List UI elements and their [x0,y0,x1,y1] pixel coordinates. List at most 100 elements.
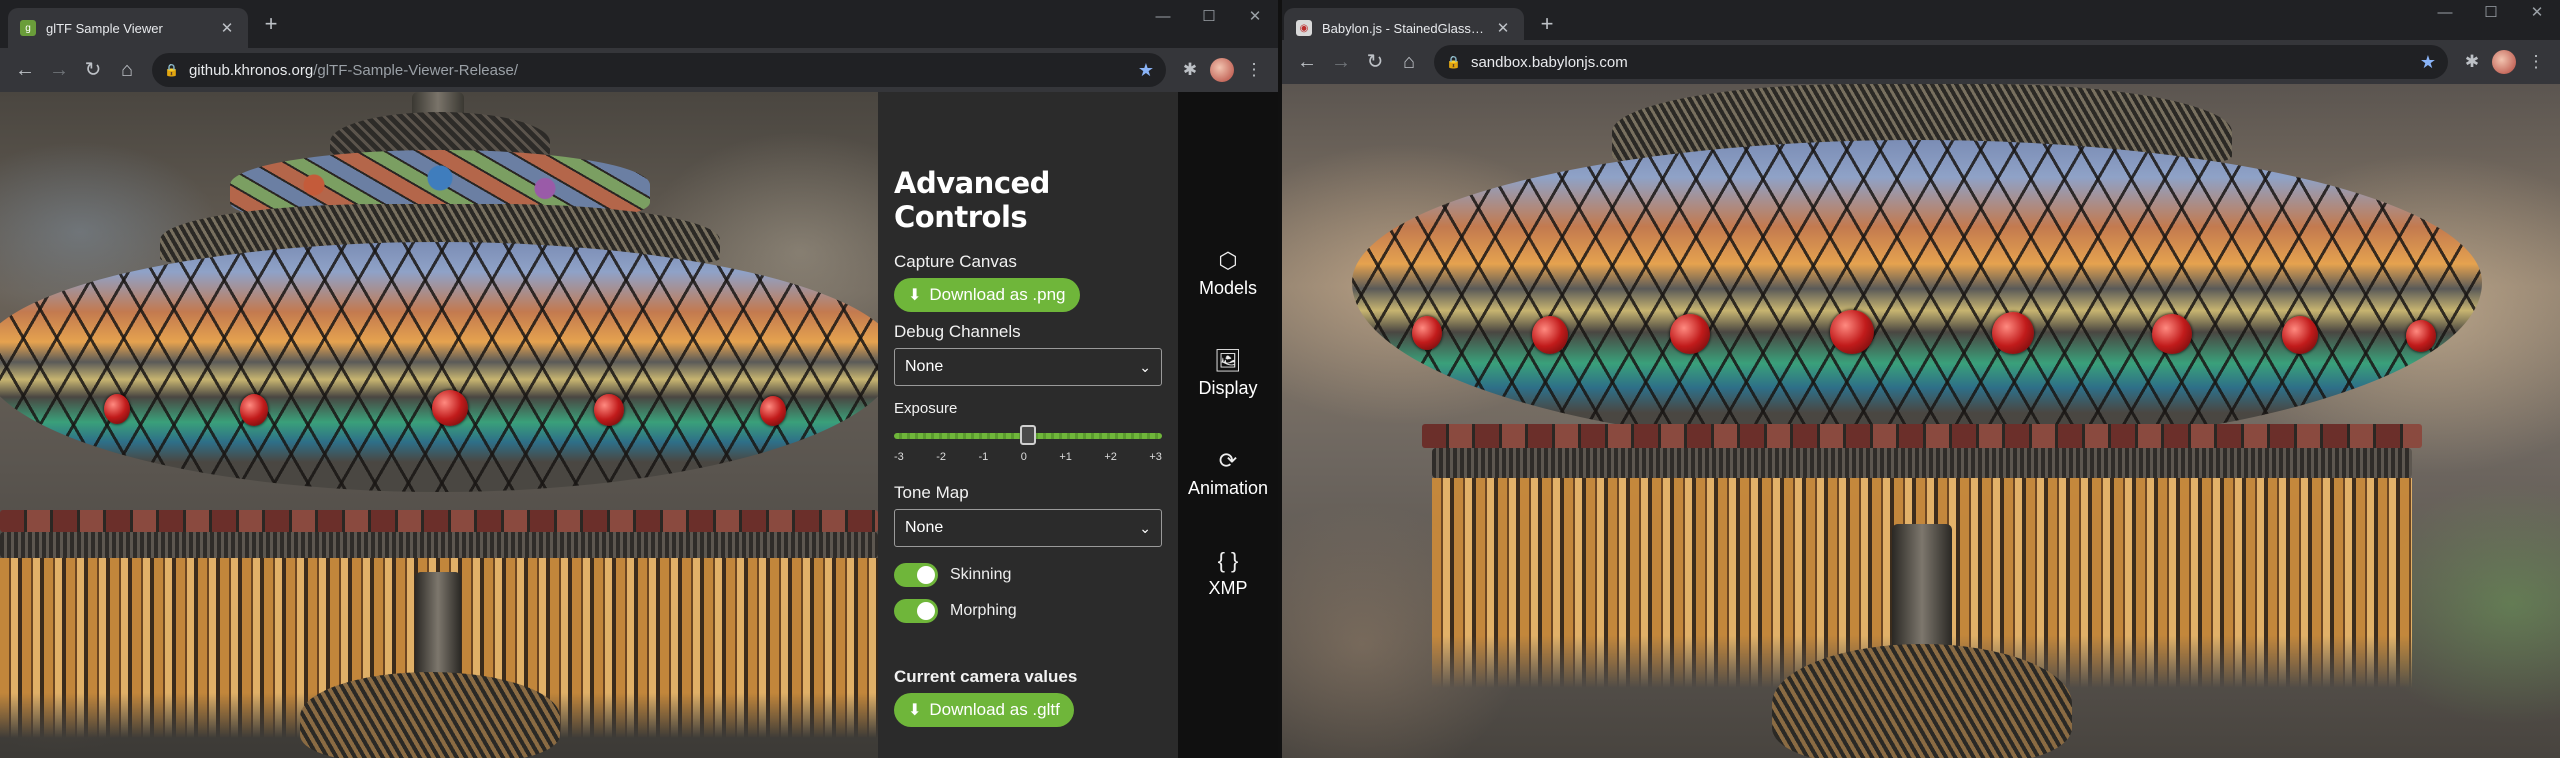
sidebar-item-label: Models [1198,278,1258,298]
lamp-render-scene [0,92,878,758]
close-tab-icon[interactable]: ✕ [218,19,236,37]
cube-icon: ⬡ [1218,248,1238,273]
download-icon: ⬇ [908,287,922,304]
back-icon[interactable]: ← [8,53,42,87]
skinning-label: Skinning [950,566,1012,583]
tab-title: Babylon.js - StainedGlassLamp-Ji [1322,20,1488,36]
bookmark-star-icon[interactable]: ★ [2420,52,2436,73]
window-controls: — ☐ ✕ [1140,4,1278,30]
download-gltf-button[interactable]: ⬇ Download as .gltf [894,693,1074,727]
tab-title: glTF Sample Viewer [46,20,163,36]
profile-avatar[interactable] [1210,58,1234,82]
close-window-icon[interactable]: ✕ [2514,0,2560,26]
sidebar-item-label: XMP [1208,578,1248,598]
exposure-tick-1: -2 [936,451,947,463]
download-png-button[interactable]: ⬇ Download as .png [894,278,1080,312]
close-tab-icon[interactable]: ✕ [1494,19,1512,37]
morphing-label: Morphing [950,602,1017,619]
braces-icon: { } [1217,548,1239,573]
exposure-slider[interactable] [894,425,1162,445]
left-browser-window: g glTF Sample Viewer ✕ + — ☐ ✕ ← → ↻ ⌂ 🔒… [0,0,1278,758]
reload-icon[interactable]: ↻ [1358,45,1392,79]
minimize-icon[interactable]: — [1140,4,1186,30]
home-icon[interactable]: ⌂ [1392,45,1426,79]
lamp-render-scene [1282,84,2560,758]
download-gltf-label: Download as .gltf [929,700,1060,719]
tone-map-value: None [905,519,944,536]
sidebar-item-animation[interactable]: ⟳ Animation [1178,448,1278,499]
stained-glass-lamp-render [1282,84,2560,758]
reload-icon[interactable]: ↻ [76,53,110,87]
extensions-icon[interactable]: ✱ [2456,45,2488,79]
new-tab-button[interactable]: + [258,12,284,38]
url-text: sandbox.babylonjs.com [1470,53,1628,71]
extensions-icon[interactable]: ✱ [1174,53,1206,87]
exposure-tick-4: +1 [1059,451,1072,463]
babylon-favicon-icon: ◉ [1296,20,1312,36]
gltf-render-viewport[interactable] [0,92,878,758]
chevron-down-icon: ⌄ [1139,358,1151,375]
exposure-tick-0: -3 [894,451,904,463]
morphing-toggle[interactable] [894,599,938,623]
download-png-label: Download as .png [929,285,1066,304]
browser-toolbar: ← → ↻ ⌂ 🔒 github.khronos.org/glTF-Sample… [0,48,1278,92]
gltf-favicon-icon: g [20,20,36,36]
maximize-icon[interactable]: ☐ [2468,0,2514,26]
panel-heading: Advanced Controls [894,166,1050,234]
morphing-row: Morphing [894,599,1162,623]
bookmark-star-icon[interactable]: ★ [1138,60,1154,81]
maximize-icon[interactable]: ☐ [1186,4,1232,30]
stained-glass-lamp-render [0,92,878,758]
window-controls: — ☐ ✕ [2422,0,2560,26]
image-icon: 🖼 [1214,348,1242,373]
browser-toolbar: ← → ↻ ⌂ 🔒 sandbox.babylonjs.com ★ ✱ ⋮ [1282,40,2560,84]
exposure-slider-thumb[interactable] [1020,425,1036,445]
forward-icon[interactable]: → [42,53,76,87]
address-bar[interactable]: 🔒 sandbox.babylonjs.com ★ [1434,45,2448,79]
sidebar-item-display[interactable]: 🖼 Display [1178,348,1278,399]
forward-icon[interactable]: → [1324,45,1358,79]
tone-map-label: Tone Map [894,483,969,502]
sidebar-item-models[interactable]: ⬡ Models [1178,248,1278,299]
menu-kebab-icon[interactable]: ⋮ [2520,45,2552,79]
exposure-tick-5: +2 [1104,451,1117,463]
profile-avatar[interactable] [2492,50,2516,74]
lock-icon: 🔒 [1446,55,1461,69]
camera-values-label: Current camera values [894,667,1078,686]
exposure-tick-6: +3 [1149,451,1162,463]
exposure-label: Exposure [894,400,958,417]
url-host: github.khronos.org [188,61,314,79]
url-text: github.khronos.org/glTF-Sample-Viewer-Re… [189,62,1138,79]
right-browser-window: ◉ Babylon.js - StainedGlassLamp-Ji ✕ + —… [1282,0,2560,758]
exposure-tick-3: 0 [1020,451,1027,463]
chevron-down-icon: ⌄ [1139,519,1151,536]
url-path: /glTF-Sample-Viewer-Release/ [313,61,518,79]
tone-map-select[interactable]: None ⌄ [894,509,1162,547]
debug-channels-value: None [905,358,944,375]
sidebar-item-label: Display [1198,378,1258,398]
sidebar-item-xmp[interactable]: { } XMP [1178,548,1278,599]
exposure-tick-2: -1 [978,451,989,463]
exposure-tick-labels: -3 -2 -1 0 +1 +2 +3 [894,451,1162,463]
tab-strip: g glTF Sample Viewer ✕ + — ☐ ✕ [0,0,1278,48]
minimize-icon[interactable]: — [2422,0,2468,26]
close-window-icon[interactable]: ✕ [1232,4,1278,30]
advanced-controls-panel: Advanced Controls Capture Canvas ⬇ Downl… [878,92,1178,758]
download-icon: ⬇ [908,702,922,719]
skinning-row: Skinning [894,563,1162,587]
address-bar[interactable]: 🔒 github.khronos.org/glTF-Sample-Viewer-… [152,53,1166,87]
skinning-toggle[interactable] [894,563,938,587]
babylon-render-viewport[interactable] [1282,84,2560,758]
new-tab-button[interactable]: + [1534,12,1560,38]
viewer-sidebar: ⬡ Models 🖼 Display ⟳ Animation { } XMP [1178,92,1278,758]
debug-channels-select[interactable]: None ⌄ [894,348,1162,386]
browser-tab[interactable]: g glTF Sample Viewer ✕ [8,8,248,48]
home-icon[interactable]: ⌂ [110,53,144,87]
capture-canvas-label: Capture Canvas [894,252,1017,271]
back-icon[interactable]: ← [1290,45,1324,79]
animation-icon: ⟳ [1218,448,1238,473]
menu-kebab-icon[interactable]: ⋮ [1238,53,1270,87]
debug-channels-label: Debug Channels [894,322,1021,341]
lock-icon: 🔒 [164,63,179,77]
sidebar-item-label: Animation [1187,478,1269,498]
